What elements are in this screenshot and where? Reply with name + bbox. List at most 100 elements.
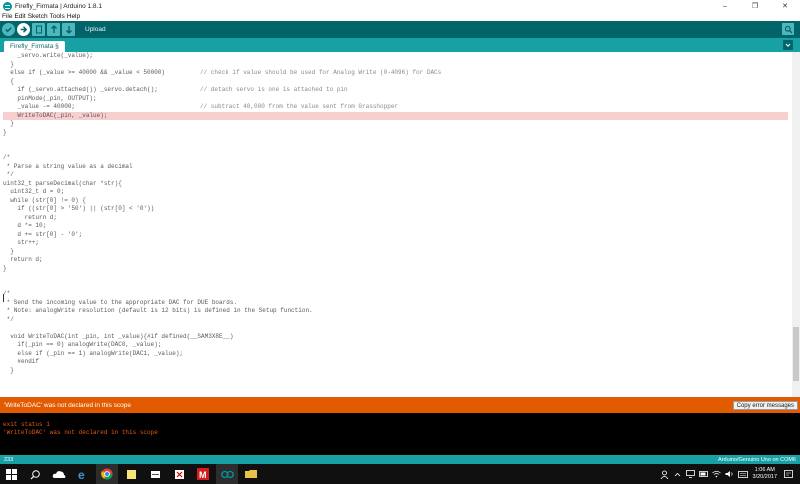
code-line[interactable]: pinMode(_pin, OUTPUT); xyxy=(3,95,788,104)
window-title: Firefly_Firmata | Arduino 1.8.1 xyxy=(15,2,102,10)
code-line[interactable]: return d; xyxy=(3,256,788,265)
editor-scrollbar[interactable] xyxy=(792,52,800,397)
tab-firefly-firmata[interactable]: Firefly_Firmata § xyxy=(4,41,65,52)
upload-button[interactable] xyxy=(17,23,30,36)
menu-edit[interactable]: Edit xyxy=(14,13,25,20)
error-code-line[interactable]: WriteToDAC(_pin, _value); xyxy=(3,111,788,120)
battery-icon[interactable] xyxy=(698,464,709,484)
status-bar: 233 Arduino/Genuino Uno on COM6 xyxy=(0,455,800,464)
code-line[interactable]: uint32_t parseDecimal(char *str){ xyxy=(3,180,788,189)
code-line[interactable]: } xyxy=(3,61,788,70)
code-line[interactable]: } xyxy=(3,129,788,138)
code-line[interactable]: } xyxy=(3,265,788,274)
arduino-icon[interactable] xyxy=(216,464,238,484)
copy-error-messages-button[interactable]: Copy error messages xyxy=(732,401,798,410)
onedrive-icon[interactable] xyxy=(48,464,70,484)
windows-start-icon[interactable] xyxy=(0,464,22,484)
chrome-icon[interactable] xyxy=(96,464,118,484)
console-line: exit status 1 xyxy=(3,421,50,428)
keyboard-icon[interactable] xyxy=(737,464,748,484)
code-line[interactable]: if ((str[0] > '50') || (str[0] < '0')) xyxy=(3,205,788,214)
code-text: _servo.write(_value); xyxy=(3,52,94,59)
code-text: uint32_t d = 0; xyxy=(3,188,65,195)
code-line[interactable] xyxy=(3,273,788,282)
code-line[interactable]: { xyxy=(3,78,788,87)
code-line[interactable]: while (str[0] != 0) { xyxy=(3,197,788,206)
arrow-right-icon xyxy=(20,26,28,33)
code-line[interactable]: /* xyxy=(3,290,788,299)
code-text: if (_servo.attached()) _servo.detach(); xyxy=(3,86,158,93)
code-line[interactable]: _value -= 40000; // subtract 40,000 from … xyxy=(3,103,788,112)
serial-monitor-button[interactable] xyxy=(782,23,794,35)
menu-sketch[interactable]: Sketch xyxy=(28,13,48,20)
code-area[interactable]: _servo.write(_value); } else if (_value … xyxy=(3,52,788,375)
code-editor[interactable]: _servo.write(_value); } else if (_value … xyxy=(0,52,800,397)
code-line[interactable]: else if (_value >= 40000 && _value < 500… xyxy=(3,69,788,78)
save-button[interactable] xyxy=(62,23,75,36)
code-line[interactable]: */ xyxy=(3,316,788,325)
menu-tools[interactable]: Tools xyxy=(50,13,65,20)
code-text: pinMode(_pin, OUTPUT); xyxy=(3,94,97,102)
verify-button[interactable] xyxy=(2,23,15,36)
notifications-icon[interactable] xyxy=(783,464,793,484)
code-line[interactable]: str++; xyxy=(3,239,788,248)
code-line[interactable] xyxy=(3,324,788,333)
tab-menu-button[interactable] xyxy=(783,40,793,50)
scrollbar-thumb[interactable] xyxy=(793,327,799,381)
code-line[interactable]: uint32_t d = 0; xyxy=(3,188,788,197)
code-line[interactable] xyxy=(3,282,788,291)
magnifier-icon xyxy=(784,25,792,33)
minimize-button[interactable]: – xyxy=(710,0,740,12)
code-line[interactable]: if(_pin == 0) analogWrite(DAC0, _value); xyxy=(3,341,788,350)
code-line[interactable]: /* xyxy=(3,154,788,163)
code-line[interactable]: d *= 10; xyxy=(3,222,788,231)
code-line[interactable]: * Note: analogWrite resolution (default … xyxy=(3,307,788,316)
code-comment: // subtract 40,000 from the value sent f… xyxy=(200,103,399,110)
people-icon[interactable] xyxy=(660,464,670,484)
console-output[interactable]: exit status 1 'WriteToDAC' was not decla… xyxy=(0,413,800,455)
file-explorer-icon[interactable] xyxy=(240,464,262,484)
code-text: } xyxy=(3,120,14,127)
code-line[interactable]: else if (_pin == 1) analogWrite(DAC1, _v… xyxy=(3,350,788,359)
taskbar-clock[interactable]: 1:06 AM 3/20/2017 xyxy=(753,467,777,481)
wifi-icon[interactable] xyxy=(712,464,722,484)
code-line[interactable]: void WriteToDAC(int _pin, int _value){#i… xyxy=(3,333,788,342)
code-line[interactable]: } xyxy=(3,367,788,376)
code-line[interactable]: } xyxy=(3,120,788,129)
chevron-up-icon[interactable] xyxy=(673,464,683,484)
code-line[interactable]: if (_servo.attached()) _servo.detach(); /… xyxy=(3,86,788,95)
code-line[interactable] xyxy=(3,137,788,146)
code-text: * Parse a string value as a decimal xyxy=(3,162,133,170)
new-button[interactable] xyxy=(32,23,45,36)
text-cursor xyxy=(3,294,4,302)
code-line[interactable]: } xyxy=(3,248,788,257)
open-button[interactable] xyxy=(47,23,60,36)
edge-icon[interactable]: e xyxy=(72,464,94,484)
monitor-icon[interactable] xyxy=(686,464,696,484)
new-file-icon xyxy=(35,25,42,34)
code-text: * Note: analogWrite resolution (default … xyxy=(3,307,313,314)
code-text: d *= 10; xyxy=(3,222,47,229)
menu-file[interactable]: File xyxy=(2,13,12,20)
scanner-icon[interactable] xyxy=(144,464,166,484)
code-line[interactable]: * Send the incoming value to the appropr… xyxy=(3,299,788,308)
code-text: /* xyxy=(3,290,11,297)
maximize-button[interactable]: ❐ xyxy=(740,0,770,12)
volume-icon[interactable] xyxy=(725,464,735,484)
code-line[interactable]: * Parse a string value as a decimal xyxy=(3,163,788,172)
code-line[interactable]: #endif xyxy=(3,358,788,367)
code-line[interactable] xyxy=(3,146,788,155)
code-line[interactable]: return d; xyxy=(3,214,788,223)
code-line[interactable]: _servo.write(_value); xyxy=(3,52,788,61)
code-text: { xyxy=(3,77,14,85)
code-line[interactable]: d += str[0] - '0'; xyxy=(3,231,788,240)
search-icon[interactable] xyxy=(24,464,46,484)
snip-icon[interactable] xyxy=(168,464,190,484)
code-text: * Send the incoming value to the appropr… xyxy=(3,298,238,306)
menu-help[interactable]: Help xyxy=(67,13,80,20)
close-button[interactable]: ✕ xyxy=(770,0,800,12)
tab-bar: Firefly_Firmata § xyxy=(0,38,800,52)
code-line[interactable]: */ xyxy=(3,171,788,180)
sticky-notes-icon[interactable] xyxy=(120,464,142,484)
red-m-icon[interactable]: M xyxy=(192,464,214,484)
